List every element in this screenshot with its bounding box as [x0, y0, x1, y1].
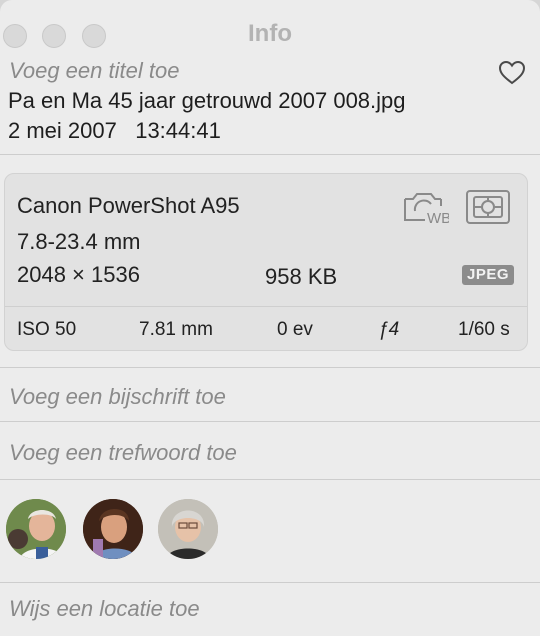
shutter-speed-value: 1/60 s [458, 319, 510, 340]
person-avatar[interactable] [6, 499, 66, 559]
info-window: Info Voeg een titel toe Pa en Ma 45 jaar… [0, 0, 540, 636]
keyword-field[interactable]: Voeg een trefwoord toe [9, 440, 237, 466]
divider [0, 421, 540, 422]
image-dimensions: 2048 × 1536 [17, 262, 140, 287]
file-name: Pa en Ma 45 jaar getrouwd 2007 008.jpg [8, 88, 406, 113]
card-divider [5, 306, 527, 307]
title-field[interactable]: Voeg een titel toe [9, 58, 179, 84]
divider [0, 479, 540, 480]
caption-field[interactable]: Voeg een bijschrift toe [9, 384, 226, 410]
capture-datetime: 2 mei 2007 13:44:41 [8, 118, 221, 144]
iso-value: ISO 50 [17, 319, 77, 340]
person-avatar[interactable] [83, 499, 143, 559]
capture-date: 2 mei 2007 [8, 118, 117, 143]
title-bar: Info [0, 0, 540, 56]
divider [0, 582, 540, 583]
format-badge: JPEG [462, 265, 514, 285]
aperture-value: ƒ4 [378, 319, 400, 340]
camera-info-card: Canon PowerShot A95 7.8-23.4 mm 2048 × 1… [4, 173, 528, 351]
exposure-bias-value: 0 ev [277, 319, 313, 340]
metering-mode-icon [466, 190, 510, 224]
capture-time: 13:44:41 [135, 118, 221, 143]
focal-length-value: 7.81 mm [139, 319, 213, 340]
person-avatar[interactable] [158, 499, 218, 559]
heart-icon[interactable] [498, 60, 526, 86]
divider [0, 367, 540, 368]
file-size: 958 KB [265, 264, 338, 289]
camera-wb-icon: WB [404, 193, 449, 225]
window-title: Info [248, 20, 292, 47]
divider [0, 154, 540, 155]
lens-range: 7.8-23.4 mm [17, 229, 141, 254]
camera-model: Canon PowerShot A95 [17, 193, 240, 218]
svg-text:WB: WB [427, 210, 449, 225]
location-field[interactable]: Wijs een locatie toe [9, 596, 200, 622]
